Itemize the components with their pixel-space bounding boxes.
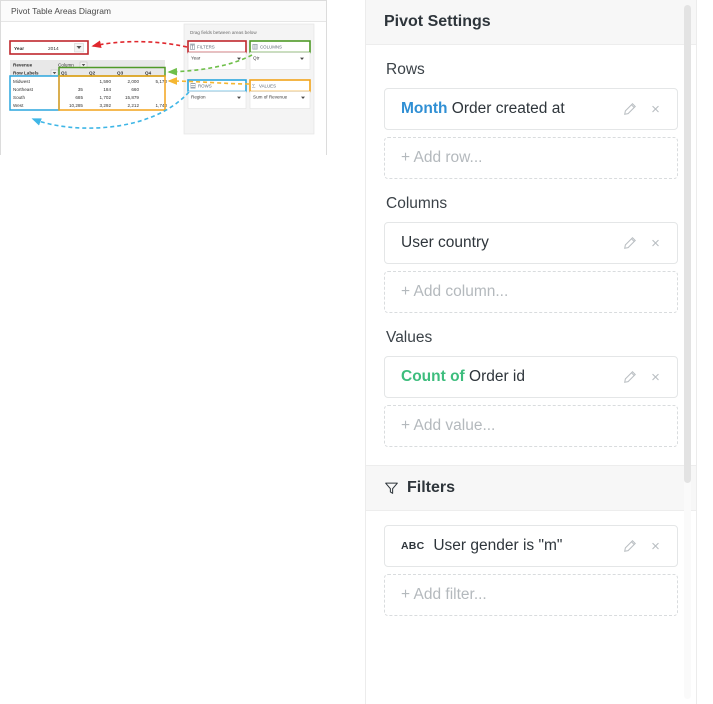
filter-field-card[interactable]: ABC User gender is "m" × [384, 525, 678, 567]
filters-title: Filters [407, 479, 455, 497]
svg-text:COLUMNS: COLUMNS [260, 45, 282, 50]
filter-field-label: User gender is "m" [433, 537, 622, 555]
rows-section-label: Rows [386, 61, 678, 79]
pivot-settings-header: Pivot Settings [366, 0, 696, 45]
svg-text:Σ: Σ [252, 84, 256, 90]
diagram-cell-value: 1,590 [100, 79, 112, 84]
pencil-icon[interactable] [622, 370, 637, 385]
svg-text:Drag fields between areas belo: Drag fields between areas below [190, 30, 257, 35]
values-field-accent: Count of [401, 368, 465, 385]
diagram-row-label: West [13, 103, 24, 108]
add-value-button[interactable]: + Add value... [384, 405, 678, 447]
svg-text:VALUES: VALUES [259, 84, 276, 89]
diagram-title: Pivot Table Areas Diagram [1, 1, 326, 22]
diagram-row-label: Northeast [13, 87, 34, 92]
pencil-icon[interactable] [622, 102, 637, 117]
columns-field-label: User country [401, 234, 622, 252]
add-filter-button[interactable]: + Add filter... [384, 574, 678, 616]
svg-text:Year: Year [14, 46, 24, 52]
rows-field-card[interactable]: Month Order created at × [384, 88, 678, 130]
pencil-icon[interactable] [622, 539, 637, 554]
rows-field-accent: Month [401, 100, 447, 117]
close-icon[interactable]: × [648, 539, 663, 554]
diagram-cell-value: 3,292 [100, 103, 112, 108]
pivot-settings-panel: Pivot Settings Rows Month Order created … [366, 0, 696, 704]
diagram-cell-value: 184 [103, 87, 111, 92]
values-section: Values Count of Order id × + Add value..… [366, 329, 696, 447]
rows-field-label: Month Order created at [401, 100, 622, 118]
pivot-diagram-card: Pivot Table Areas Diagram Drag fields be… [0, 0, 327, 155]
diagram-cell-value: 35 [78, 87, 84, 92]
diagram-column-header: Q1 [61, 71, 68, 76]
diagram-column-header: Q4 [145, 71, 152, 76]
close-icon[interactable]: × [648, 236, 663, 251]
svg-text:2014: 2014 [48, 46, 59, 52]
diagram-row-label: South [13, 95, 25, 100]
rows-section: Rows Month Order created at × + Add row.… [366, 61, 696, 179]
values-field-label: Count of Order id [401, 368, 622, 386]
diagram-cell-value: 10,285 [69, 103, 83, 108]
columns-field-actions: × [622, 236, 667, 251]
add-row-button[interactable]: + Add row... [384, 137, 678, 179]
svg-text:Year: Year [191, 56, 201, 61]
pencil-icon[interactable] [622, 236, 637, 251]
diagram-cell-value: 2,000 [128, 79, 140, 84]
svg-text:FILTERS: FILTERS [197, 45, 215, 50]
close-icon[interactable]: × [648, 370, 663, 385]
close-icon[interactable]: × [648, 102, 663, 117]
values-field-card[interactable]: Count of Order id × [384, 356, 678, 398]
rows-field-rest: Order created at [447, 100, 564, 117]
filters-header: Filters [366, 466, 696, 511]
diagram-cell-value: 660 [131, 87, 139, 92]
diagram-column-header: Q2 [89, 71, 96, 76]
svg-text:Revenue: Revenue [13, 63, 33, 68]
svg-text:Row Labels: Row Labels [13, 71, 39, 76]
diagram-illustration: Drag fields between areas below FILTERS … [1, 22, 326, 155]
values-field-actions: × [622, 370, 667, 385]
panel-scrollbar-thumb[interactable] [684, 5, 691, 483]
filters-section: ABC User gender is "m" × + Add filter... [366, 511, 696, 616]
rows-field-actions: × [622, 102, 667, 117]
add-column-button[interactable]: + Add column... [384, 271, 678, 313]
values-section-label: Values [386, 329, 678, 347]
diagram-cell-value: 685 [75, 95, 83, 100]
columns-section-label: Columns [386, 195, 678, 213]
values-field-rest: Order id [465, 368, 525, 385]
columns-section: Columns User country × + Add column... [366, 195, 696, 313]
filter-field-actions: × [622, 539, 667, 554]
diagram-cell-value: 15,879 [125, 95, 139, 100]
abc-type-icon: ABC [401, 540, 424, 552]
columns-field-card[interactable]: User country × [384, 222, 678, 264]
svg-text:Sum of Revenue: Sum of Revenue [253, 95, 288, 100]
diagram-row-label: Midwest [13, 79, 31, 84]
diagram-column-header: Q3 [117, 71, 124, 76]
svg-text:ROWS: ROWS [198, 84, 212, 89]
diagram-cell-value: 1,702 [100, 95, 112, 100]
funnel-icon [384, 481, 399, 496]
diagram-cell-value: 2,212 [128, 103, 140, 108]
svg-text:Region: Region [191, 95, 206, 100]
svg-text:Qtr: Qtr [253, 56, 260, 61]
panel-title: Pivot Settings [384, 13, 491, 31]
diagram-body: Drag fields between areas below FILTERS … [1, 22, 326, 155]
section-gap [366, 447, 696, 465]
